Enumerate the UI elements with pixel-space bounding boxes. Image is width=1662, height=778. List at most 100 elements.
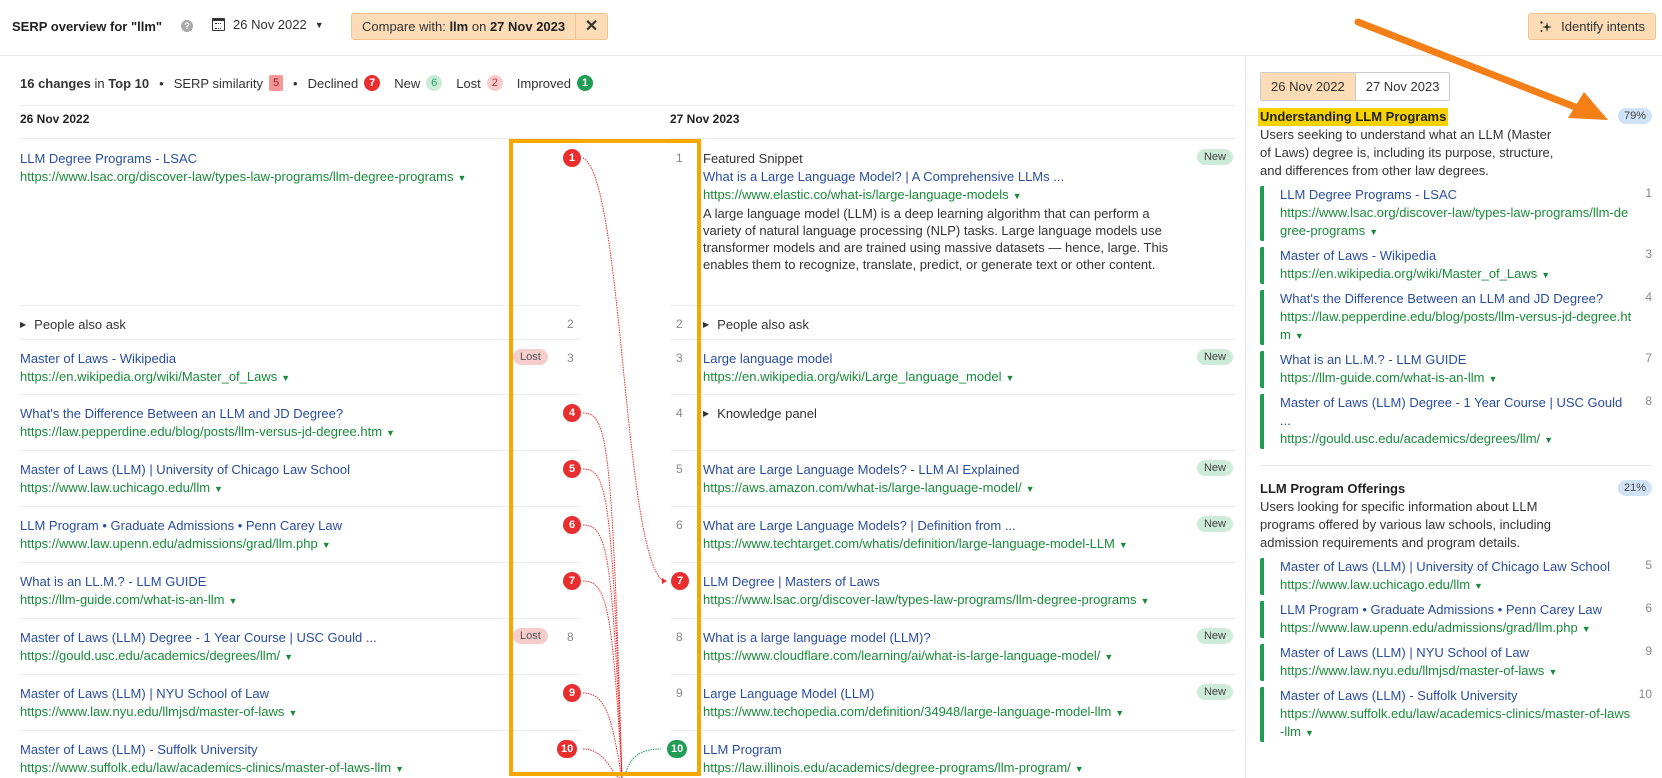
result-url-link[interactable]: https://law.illinois.edu/academics/degre… bbox=[703, 759, 1233, 778]
result-url: https://llm-guide.com/what-is-an-llm bbox=[1280, 370, 1485, 385]
position-number: 1 bbox=[676, 151, 683, 165]
result-url-link[interactable]: https://www.suffolk.edu/law/academics-cl… bbox=[20, 759, 575, 778]
result-url-link[interactable]: https://law.pepperdine.edu/blog/posts/ll… bbox=[1280, 308, 1632, 345]
result-url-link[interactable]: https://www.law.uchicago.edu/llm ▼ bbox=[20, 479, 575, 498]
similarity-value: 5 bbox=[269, 75, 284, 91]
declined-position-badge[interactable]: 9 bbox=[563, 684, 581, 702]
result-url-link[interactable]: https://www.law.nyu.edu/llmjsd/master-of… bbox=[1280, 662, 1632, 681]
triangle-right-icon: ▶ bbox=[703, 320, 710, 329]
result-url-link[interactable]: https://llm-guide.com/what-is-an-llm ▼ bbox=[1280, 369, 1632, 388]
result-url-link[interactable]: https://www.law.upenn.edu/admissions/gra… bbox=[1280, 619, 1632, 638]
result-title-link[interactable]: Master of Laws (LLM) - Suffolk Universit… bbox=[1280, 687, 1632, 705]
declined-position-badge[interactable]: 7 bbox=[671, 572, 689, 590]
declined-label[interactable]: Declined bbox=[308, 76, 359, 91]
result-url: https://www.law.upenn.edu/admissions/gra… bbox=[1280, 620, 1578, 635]
result-url-link[interactable]: https://llm-guide.com/what-is-an-llm ▼ bbox=[20, 591, 575, 610]
result-title-link[interactable]: What is an LL.M.? - LLM GUIDE bbox=[20, 573, 575, 591]
declined-position-badge[interactable]: 6 bbox=[563, 516, 581, 534]
identify-intents-button[interactable]: Identify intents bbox=[1528, 13, 1656, 40]
compare-label[interactable]: Compare with: llm on 27 Nov 2023 bbox=[352, 14, 575, 39]
caret-down-icon: ▼ bbox=[228, 596, 238, 606]
result-url-link[interactable]: https://en.wikipedia.org/wiki/Master_of_… bbox=[1280, 265, 1632, 284]
result-url-link[interactable]: https://www.techtarget.com/whatis/defini… bbox=[703, 535, 1233, 554]
result-title-link[interactable]: What is a Large Language Model? | A Comp… bbox=[703, 168, 1233, 186]
serp-feature-toggle[interactable]: ▶ Knowledge panel bbox=[703, 405, 1233, 423]
result-title-link[interactable]: What is an LL.M.? - LLM GUIDE bbox=[1280, 351, 1632, 369]
result-url-link[interactable]: https://www.lsac.org/discover-law/types-… bbox=[1280, 204, 1632, 241]
declined-position-badge[interactable]: 5 bbox=[563, 460, 581, 478]
result-title-link[interactable]: Master of Laws (LLM) Degree - 1 Year Cou… bbox=[1280, 394, 1632, 430]
result-title-link[interactable]: Master of Laws (LLM) Degree - 1 Year Cou… bbox=[20, 629, 575, 647]
improve-connector-10 bbox=[625, 748, 662, 773]
serp-feature-toggle[interactable]: ▶ People also ask bbox=[20, 316, 575, 334]
serp-row-right: Large Language Model (LLM) https://www.te… bbox=[703, 684, 1233, 722]
result-title-link[interactable]: Master of Laws (LLM) - Suffolk Universit… bbox=[20, 741, 575, 759]
result-url: https://www.cloudflare.com/learning/ai/w… bbox=[703, 648, 1101, 663]
result-title-link[interactable]: Master of Laws - Wikipedia bbox=[1280, 247, 1632, 265]
tab-date-2023[interactable]: 27 Nov 2023 bbox=[1356, 73, 1450, 100]
declined-position-badge[interactable]: 7 bbox=[563, 572, 581, 590]
new-badge: New bbox=[1196, 628, 1233, 644]
result-title-link[interactable]: What is a large language model (LLM)? bbox=[703, 629, 1233, 647]
result-url-link[interactable]: https://www.law.uchicago.edu/llm ▼ bbox=[1280, 576, 1632, 595]
serp-feature-toggle[interactable]: ▶ People also ask bbox=[703, 316, 1233, 334]
result-title-link[interactable]: LLM Program bbox=[703, 741, 1233, 759]
result-url: https://law.pepperdine.edu/blog/posts/ll… bbox=[1280, 309, 1632, 342]
result-title-link[interactable]: What's the Difference Between an LLM and… bbox=[1280, 290, 1632, 308]
separator-dot: • bbox=[159, 75, 164, 91]
serp-row-left: What is an LL.M.? - LLM GUIDE https://llm… bbox=[20, 573, 575, 610]
caret-down-icon: ▼ bbox=[1581, 624, 1591, 634]
serp-row-left: Master of Laws (LLM) | NYU School of Law… bbox=[20, 685, 575, 722]
result-title-link[interactable]: Master of Laws - Wikipedia bbox=[20, 350, 575, 368]
result-url-link[interactable]: https://gould.usc.edu/academics/degrees/… bbox=[1280, 430, 1632, 449]
result-title-link[interactable]: Master of Laws (LLM) | NYU School of Law bbox=[20, 685, 575, 703]
result-title-link[interactable]: LLM Degree Programs - LSAC bbox=[1280, 186, 1632, 204]
result-title-link[interactable]: Master of Laws (LLM) | University of Chi… bbox=[20, 461, 575, 479]
result-url-link[interactable]: https://en.wikipedia.org/wiki/Master_of_… bbox=[20, 368, 575, 387]
result-url-link[interactable]: https://law.pepperdine.edu/blog/posts/ll… bbox=[20, 423, 575, 442]
result-title-link[interactable]: LLM Degree | Masters of Laws bbox=[703, 573, 1233, 591]
result-url-link[interactable]: https://www.lsac.org/discover-law/types-… bbox=[703, 591, 1233, 610]
compare-chip[interactable]: Compare with: llm on 27 Nov 2023 ✕ bbox=[351, 13, 609, 40]
result-title-link[interactable]: What's the Difference Between an LLM and… bbox=[20, 405, 575, 423]
tab-date-2022[interactable]: 26 Nov 2022 bbox=[1261, 73, 1356, 100]
position-number: 3 bbox=[567, 351, 574, 365]
result-title-link[interactable]: LLM Degree Programs - LSAC bbox=[20, 150, 575, 168]
result-url-link[interactable]: https://www.law.nyu.edu/llmjsd/master-of… bbox=[20, 703, 575, 722]
intent-list: Understanding LLM Programs 79% Users seeki… bbox=[1258, 108, 1652, 742]
declined-position-badge[interactable]: 4 bbox=[563, 404, 581, 422]
row-divider bbox=[670, 450, 1235, 451]
intent-result-item: LLM Degree Programs - LSAC https://www.ls… bbox=[1260, 186, 1652, 241]
improved-label[interactable]: Improved bbox=[517, 76, 571, 91]
result-url-link[interactable]: https://www.suffolk.edu/law/academics-cl… bbox=[1280, 705, 1632, 742]
row-divider bbox=[670, 618, 1235, 619]
result-title-link[interactable]: Large language model bbox=[703, 350, 1233, 368]
result-title-link[interactable]: Master of Laws (LLM) | University of Chi… bbox=[1280, 558, 1632, 576]
new-badge: New bbox=[1196, 460, 1233, 476]
result-title-link[interactable]: LLM Program • Graduate Admissions • Penn… bbox=[20, 517, 575, 535]
close-icon[interactable]: ✕ bbox=[575, 14, 607, 39]
result-url-link[interactable]: https://gould.usc.edu/academics/degrees/… bbox=[20, 647, 575, 666]
result-title-link[interactable]: What are Large Language Models? - LLM AI… bbox=[703, 461, 1233, 479]
result-url-link[interactable]: https://www.elastic.co/what-is/large-lan… bbox=[703, 186, 1233, 205]
result-url-link[interactable]: https://aws.amazon.com/what-is/large-lan… bbox=[703, 479, 1233, 498]
result-title-link[interactable]: LLM Program • Graduate Admissions • Penn… bbox=[1280, 601, 1632, 619]
declined-position-badge[interactable]: 1 bbox=[563, 149, 581, 167]
result-title-link[interactable]: What are Large Language Models? | Defini… bbox=[703, 517, 1233, 535]
result-title-link[interactable]: Master of Laws (LLM) | NYU School of Law bbox=[1280, 644, 1632, 662]
result-url-link[interactable]: https://www.lsac.org/discover-law/types-… bbox=[20, 168, 575, 187]
declined-position-badge[interactable]: 10 bbox=[557, 740, 578, 758]
row-divider bbox=[670, 394, 1235, 395]
result-title-link[interactable]: Large Language Model (LLM) bbox=[703, 685, 1233, 703]
improved-position-badge[interactable]: 10 bbox=[667, 740, 688, 758]
new-label[interactable]: New bbox=[394, 76, 420, 91]
result-url-link[interactable]: https://en.wikipedia.org/wiki/Large_lang… bbox=[703, 368, 1233, 387]
question-circle-icon[interactable]: ? bbox=[181, 20, 193, 32]
result-url-link[interactable]: https://www.techopedia.com/definition/34… bbox=[703, 703, 1233, 722]
caret-down-icon: ▼ bbox=[1541, 270, 1551, 280]
date-picker[interactable]: 26 Nov 2022 ▼ bbox=[212, 17, 324, 32]
lost-label[interactable]: Lost bbox=[456, 76, 481, 91]
position-number: 7 bbox=[1645, 351, 1652, 365]
result-url-link[interactable]: https://www.cloudflare.com/learning/ai/w… bbox=[703, 647, 1233, 666]
result-url-link[interactable]: https://www.law.upenn.edu/admissions/gra… bbox=[20, 535, 575, 554]
